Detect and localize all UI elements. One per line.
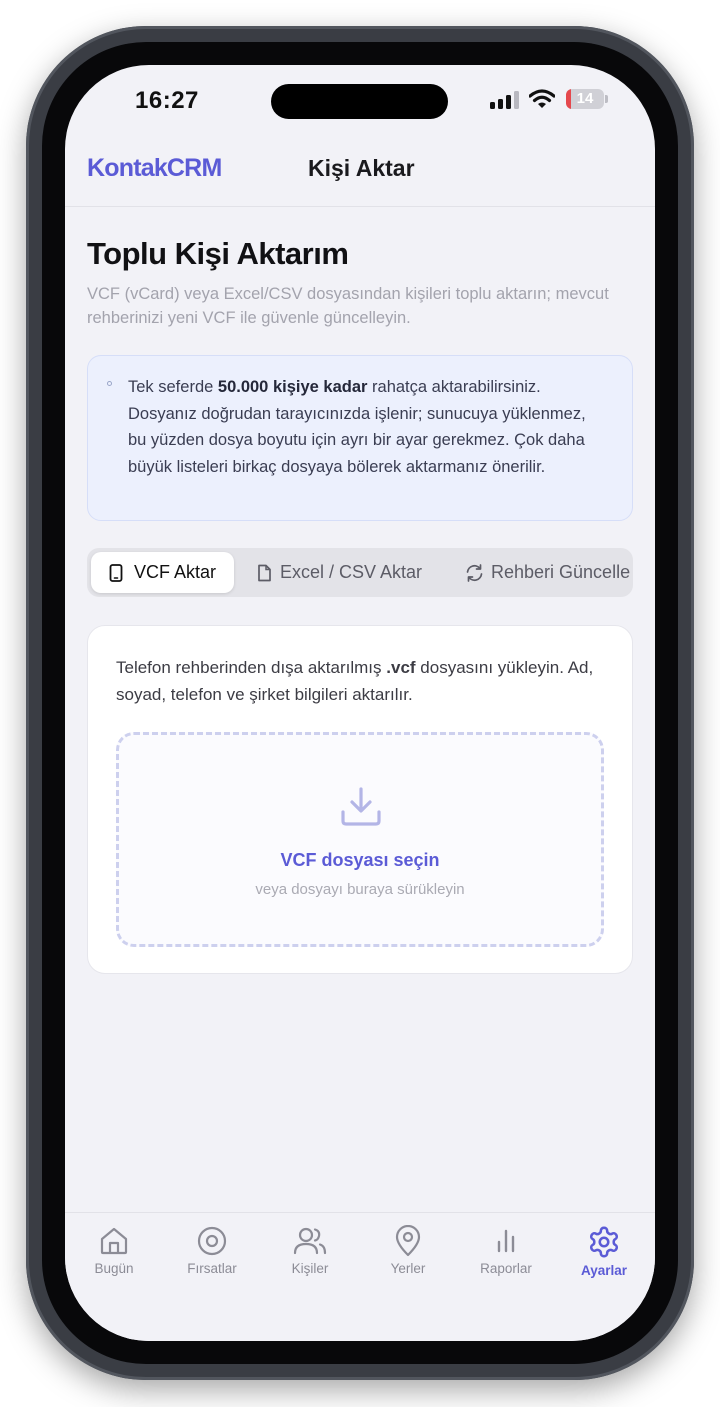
tab-label: VCF Aktar xyxy=(134,562,217,582)
target-icon xyxy=(197,1226,227,1256)
nav-label: Raporlar xyxy=(480,1261,532,1276)
bottom-navigation: Bugün Fırsatlar Kişiler Yerler Raporlar … xyxy=(65,1212,655,1341)
desc-prefix: Telefon rehberinden dışa aktarılmış xyxy=(116,658,387,677)
home-icon xyxy=(100,1227,128,1255)
nav-item-contacts[interactable]: Kişiler xyxy=(262,1225,358,1285)
phone-icon xyxy=(109,564,123,582)
info-prefix: Tek seferde xyxy=(128,378,218,396)
nav-label: Bugün xyxy=(94,1261,134,1276)
bullet-icon xyxy=(107,381,112,386)
battery-icon: 14 xyxy=(566,89,608,109)
nav-label: Kişiler xyxy=(291,1261,329,1276)
users-icon xyxy=(293,1227,327,1255)
nav-label: Ayarlar xyxy=(580,1263,628,1278)
page-title: Toplu Kişi Aktarım xyxy=(87,236,349,271)
dynamic-island xyxy=(271,84,448,119)
drop-hint: veya dosyayı buraya sürükleyin xyxy=(255,881,465,898)
import-tabs: VCF Aktar Excel / CSV Aktar Rehberi Günc… xyxy=(87,548,633,597)
desc-highlight: .vcf xyxy=(386,658,416,677)
upload-description: Telefon rehberinden dışa aktarılmış .vcf… xyxy=(116,654,616,708)
info-text: Tek seferde 50.000 kişiye kadar rahatça … xyxy=(128,374,608,480)
tab-vcf-import[interactable]: VCF Aktar xyxy=(91,552,234,593)
nav-item-opportunities[interactable]: Fırsatlar xyxy=(164,1225,260,1285)
gear-icon xyxy=(589,1226,619,1258)
tab-excel-csv-import[interactable]: Excel / CSV Aktar xyxy=(247,552,437,593)
nav-item-today[interactable]: Bugün xyxy=(66,1225,162,1285)
nav-item-reports[interactable]: Raporlar xyxy=(458,1225,554,1285)
page-subtitle: VCF (vCard) veya Excel/CSV dosyasından k… xyxy=(87,285,609,327)
tab-label: Excel / CSV Aktar xyxy=(280,562,423,582)
map-pin-icon xyxy=(395,1225,421,1257)
battery-level: 14 xyxy=(576,90,594,107)
tab-label: Rehberi Güncelle xyxy=(491,562,631,582)
app-header: KontakCRM Kişi Aktar xyxy=(65,129,655,207)
nav-item-settings[interactable]: Ayarlar xyxy=(556,1225,652,1285)
choose-vcf-file-button[interactable]: VCF dosyası seçin xyxy=(119,850,601,871)
screen: 16:27 14 KontakCRM Kişi Aktar Toplu Kişi… xyxy=(65,65,655,1341)
vcf-dropzone[interactable]: VCF dosyası seçin veya dosyayı buraya sü… xyxy=(116,732,604,947)
vcf-upload-card: Telefon rehberinden dışa aktarılmış .vcf… xyxy=(87,625,633,974)
info-highlight: 50.000 kişiye kadar xyxy=(217,378,368,396)
nav-label: Yerler xyxy=(390,1261,426,1276)
status-time: 16:27 xyxy=(135,87,199,114)
wifi-icon xyxy=(529,89,555,108)
download-icon xyxy=(341,787,381,826)
info-callout: Tek seferde 50.000 kişiye kadar rahatça … xyxy=(87,355,633,521)
bar-chart-icon xyxy=(497,1229,515,1253)
tab-update-contacts[interactable]: Rehberi Güncelle xyxy=(457,552,633,593)
header-title: Kişi Aktar xyxy=(308,155,415,181)
nav-label: Fırsatlar xyxy=(187,1261,237,1276)
signal-icon xyxy=(490,91,520,109)
brand-logo[interactable]: KontakCRM xyxy=(87,154,222,183)
file-icon xyxy=(258,564,271,582)
nav-item-places[interactable]: Yerler xyxy=(360,1225,456,1285)
refresh-icon xyxy=(466,564,483,582)
